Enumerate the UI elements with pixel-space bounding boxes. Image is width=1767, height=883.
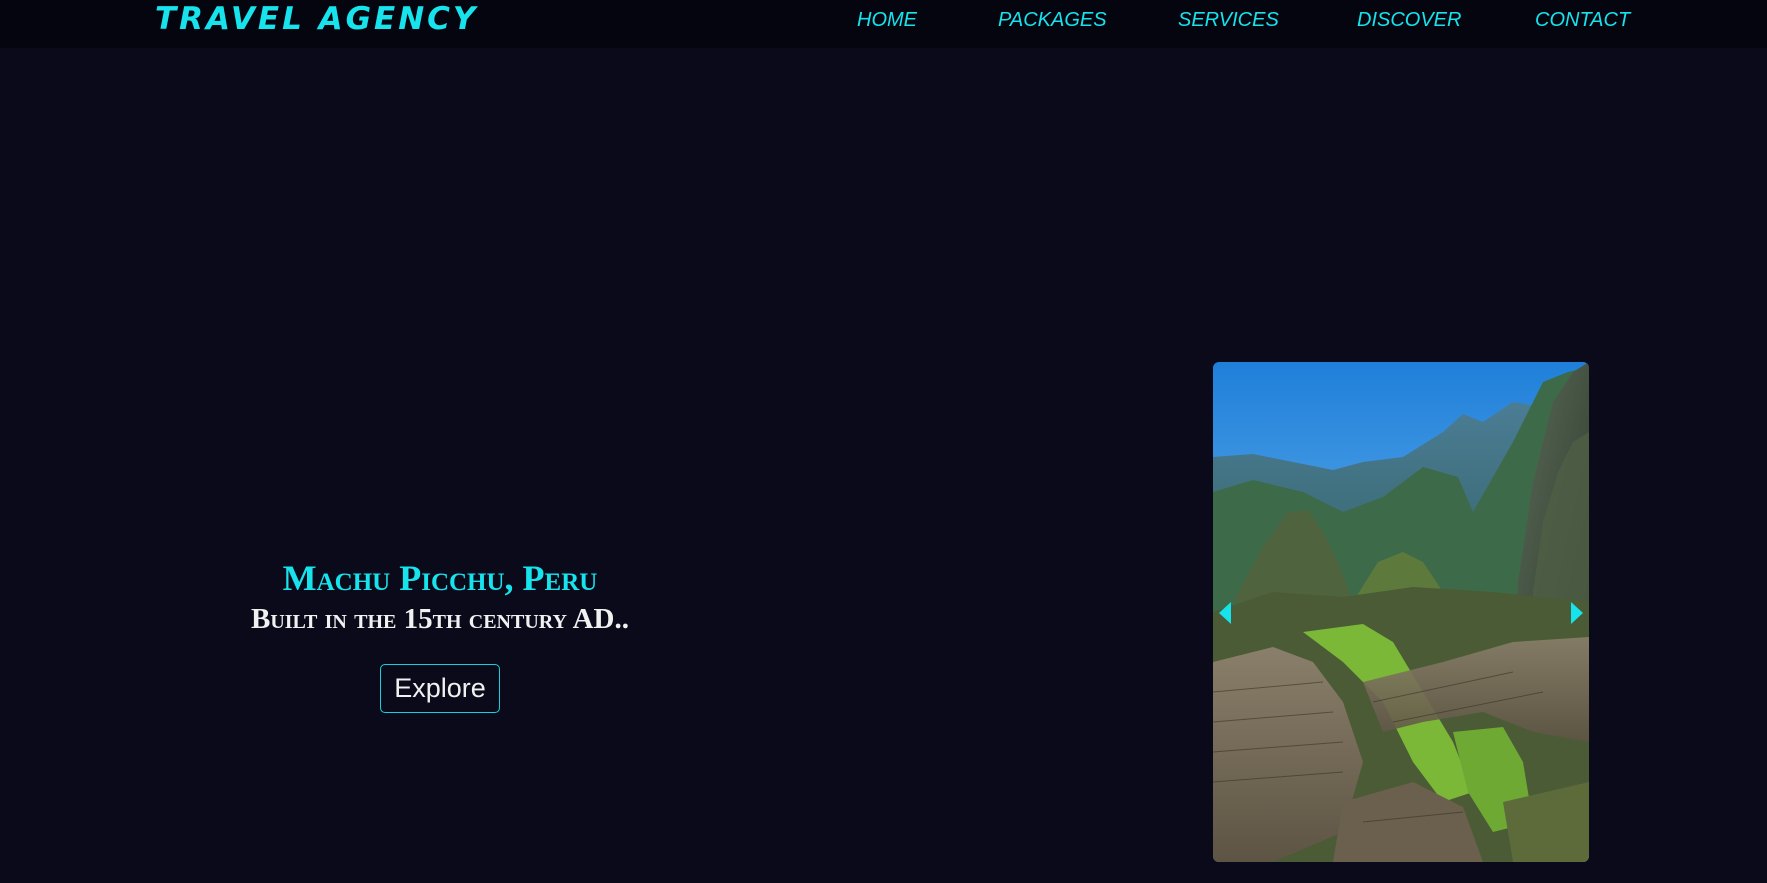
nav-link-services[interactable]: SERVICES bbox=[1178, 0, 1279, 40]
nav-link-discover[interactable]: DISCOVER bbox=[1357, 0, 1461, 40]
navbar: TRAVEL AGENCY HOME PACKAGES SERVICES DIS… bbox=[0, 0, 1767, 48]
triangle-right-icon[interactable] bbox=[1571, 602, 1583, 624]
machu-picchu-photo bbox=[1213, 362, 1589, 862]
nav-link-contact[interactable]: CONTACT bbox=[1535, 0, 1630, 40]
explore-button[interactable]: Explore bbox=[380, 664, 500, 713]
nav-link-home[interactable]: HOME bbox=[857, 0, 917, 40]
nav-menu: HOME PACKAGES SERVICES DISCOVER CONTACT bbox=[0, 0, 1767, 40]
hero-text-block: Machu Picchu, Peru Built in the 15th cen… bbox=[140, 555, 740, 637]
nav-link-packages[interactable]: PACKAGES bbox=[998, 0, 1107, 40]
destination-subtitle: Built in the 15th century AD.. bbox=[250, 603, 629, 635]
destination-title: Machu Picchu, Peru bbox=[282, 558, 598, 598]
image-slider bbox=[1213, 362, 1589, 862]
triangle-left-icon[interactable] bbox=[1219, 602, 1231, 624]
